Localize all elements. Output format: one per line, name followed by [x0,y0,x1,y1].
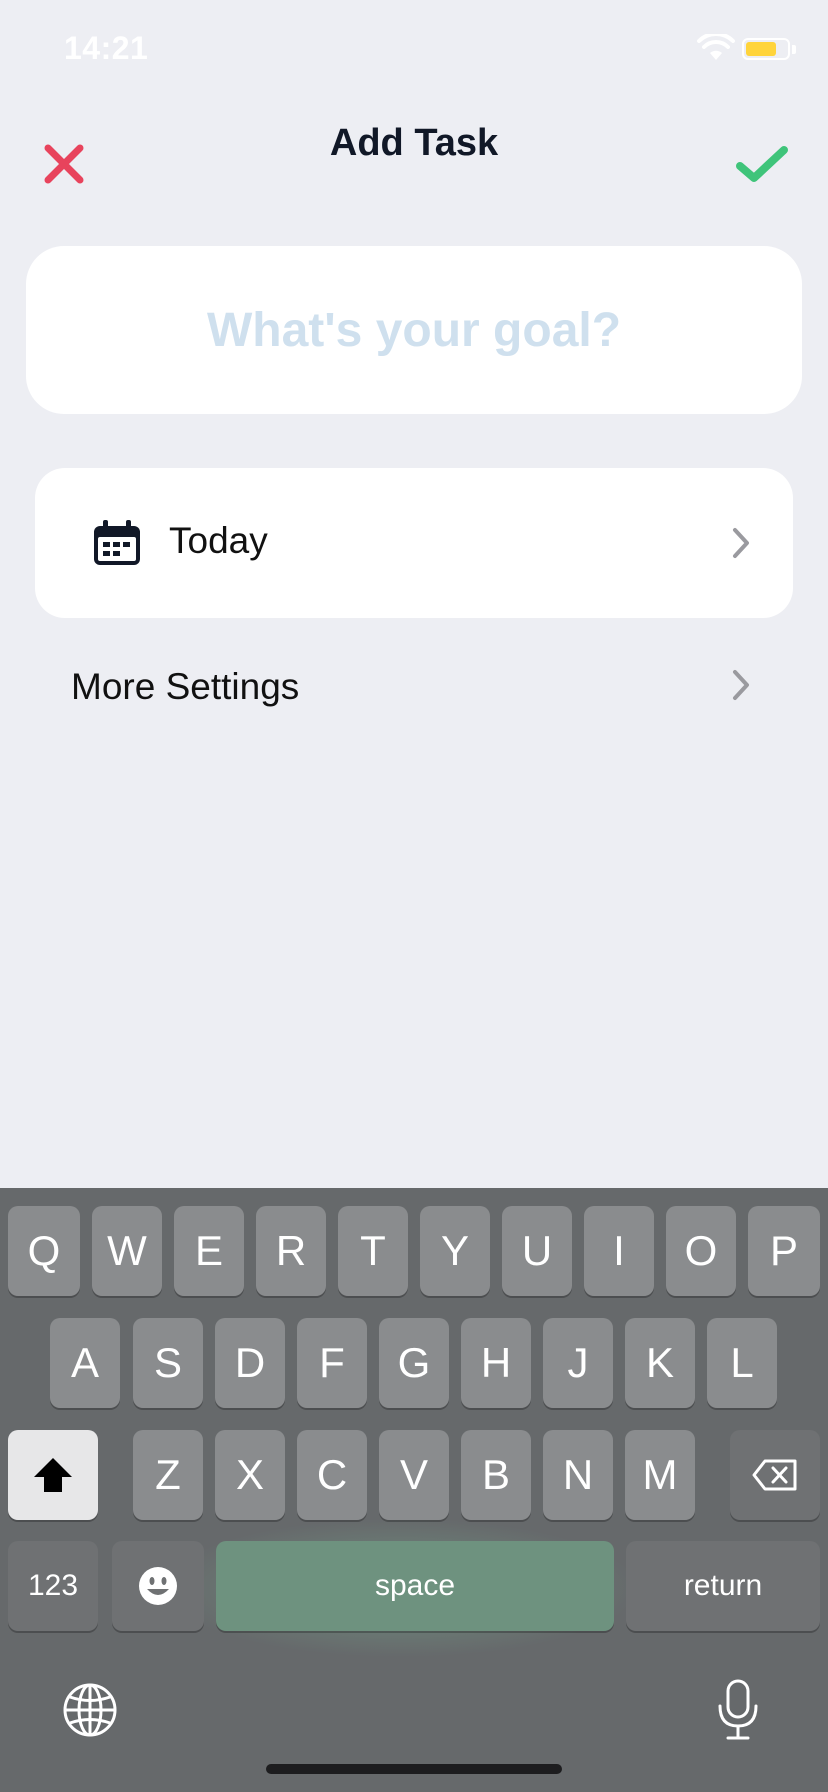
key-a[interactable]: A [50,1318,120,1408]
key-z[interactable]: Z [133,1430,203,1520]
key-v[interactable]: V [379,1430,449,1520]
key-d[interactable]: D [215,1318,285,1408]
key-x[interactable]: X [215,1430,285,1520]
goal-input[interactable] [26,246,802,414]
key-p[interactable]: P [748,1206,820,1296]
check-mark-icon [736,146,788,182]
backspace-icon [752,1459,797,1491]
key-e[interactable]: E [174,1206,244,1296]
battery-icon [742,38,790,60]
date-label: Today [169,520,268,561]
more-settings-row[interactable]: More Settings [35,650,793,720]
battery-level [746,42,776,56]
key-u[interactable]: U [502,1206,572,1296]
emoji-icon [139,1567,177,1605]
key-w[interactable]: W [92,1206,162,1296]
wifi-icon [697,34,735,60]
key-n[interactable]: N [543,1430,613,1520]
calendar-icon [94,520,140,565]
home-indicator [266,1764,562,1774]
key-s[interactable]: S [133,1318,203,1408]
key-m[interactable]: M [625,1430,695,1520]
chevron-right-icon [733,528,749,558]
key-h[interactable]: H [461,1318,531,1408]
chevron-right-icon [733,670,749,700]
globe-icon[interactable] [62,1682,118,1738]
delete-key[interactable] [730,1430,820,1520]
more-settings-label: More Settings [71,666,300,707]
date-row[interactable]: Today [35,468,793,618]
key-f[interactable]: F [297,1318,367,1408]
key-j[interactable]: J [543,1318,613,1408]
goal-input-card [26,246,802,414]
key-t[interactable]: T [338,1206,408,1296]
key-r[interactable]: R [256,1206,326,1296]
shift-arrow-icon [34,1458,72,1492]
numbers-key[interactable]: 123 [8,1541,98,1631]
key-o[interactable]: O [666,1206,736,1296]
key-l[interactable]: L [707,1318,777,1408]
key-i[interactable]: I [584,1206,654,1296]
shift-key[interactable] [8,1430,98,1520]
key-g[interactable]: G [379,1318,449,1408]
return-key[interactable]: return [626,1541,820,1631]
confirm-button[interactable] [734,140,790,188]
key-c[interactable]: C [297,1430,367,1520]
battery-cap [792,45,796,54]
key-y[interactable]: Y [420,1206,490,1296]
space-key[interactable]: space [216,1541,614,1631]
key-b[interactable]: B [461,1430,531,1520]
keyboard: Q W E R T Y U I O P A S D F G H J K L Z … [0,1188,828,1792]
key-k[interactable]: K [625,1318,695,1408]
status-time: 14:21 [64,30,149,66]
key-q[interactable]: Q [8,1206,80,1296]
status-bar: 14:21 [0,0,828,100]
microphone-icon[interactable] [716,1678,760,1742]
page-title: Add Task [329,122,499,164]
emoji-key[interactable] [112,1541,204,1631]
